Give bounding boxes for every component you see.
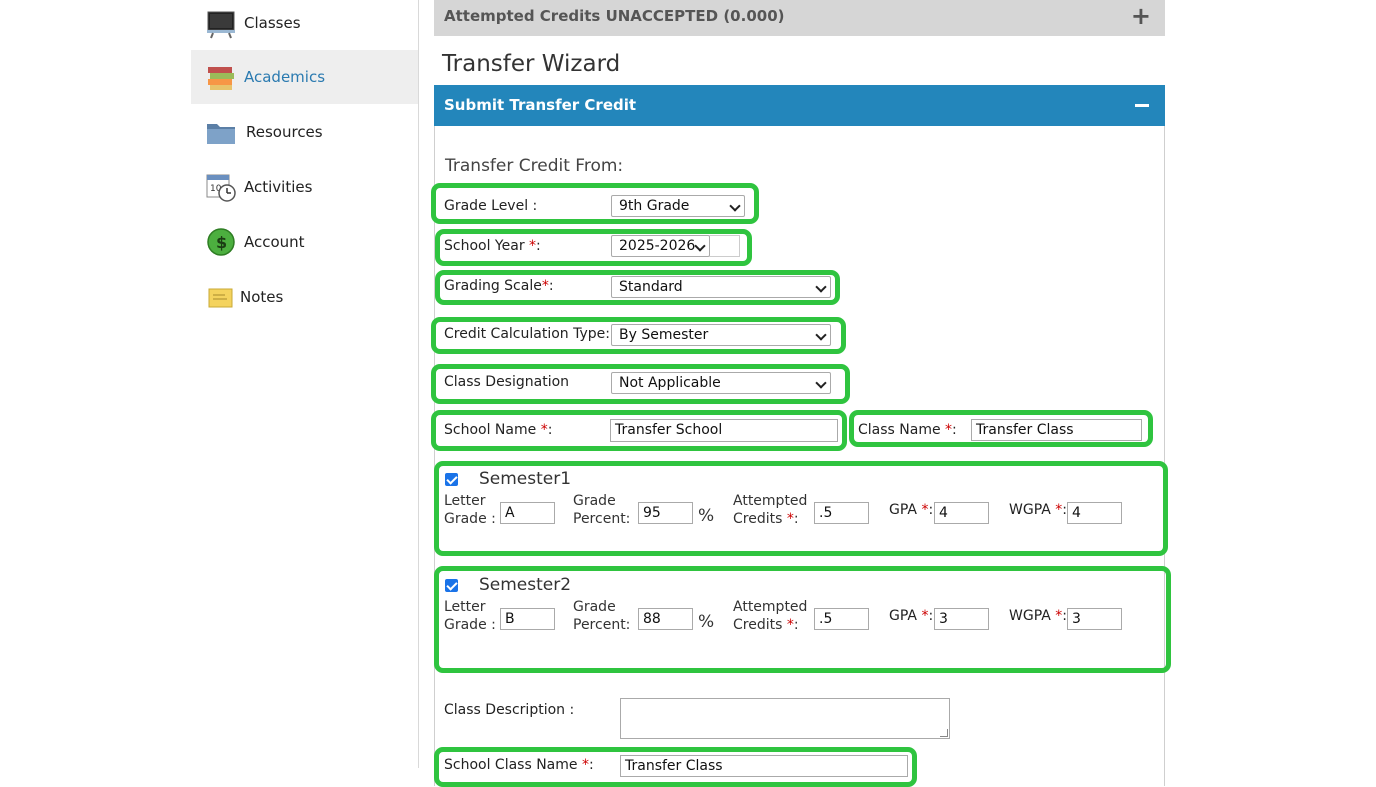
school-year-select[interactable]: 2025-2026 [611, 235, 710, 257]
attempted-credits-label: Attempted Credits *: [733, 493, 808, 527]
gpa-label: GPA *: [889, 608, 934, 624]
semester2-grade-percent-input[interactable]: 88 [638, 608, 693, 630]
school-year-value: 2025-2026 [619, 238, 696, 254]
wgpa-label: WGPA *: [1009, 502, 1067, 518]
class-designation-select[interactable]: Not Applicable [611, 372, 831, 394]
page-title: Transfer Wizard [442, 51, 621, 77]
semester2-title: Semester2 [479, 575, 572, 595]
credit-calc-label: Credit Calculation Type: [444, 326, 610, 342]
school-year-label: School Year *: [444, 238, 541, 254]
school-name-label: School Name *: [444, 422, 553, 438]
expand-plus-icon[interactable]: + [1131, 2, 1151, 30]
submit-transfer-credit-header[interactable]: Submit Transfer Credit [434, 85, 1165, 126]
semester1-checkbox[interactable] [445, 472, 458, 486]
sticky-note-icon [205, 281, 237, 313]
sidebar-item-resources[interactable]: Resources [191, 105, 418, 159]
chalkboard-icon [205, 7, 237, 39]
calendar-clock-icon: 10 [205, 171, 237, 203]
class-description-label: Class Description : [444, 702, 575, 718]
chevron-down-icon [694, 240, 706, 252]
wgpa-label: WGPA *: [1009, 608, 1067, 624]
dollar-coin-icon: $ [205, 226, 237, 258]
semester1-title: Semester1 [479, 469, 572, 489]
gpa-label: GPA *: [889, 502, 934, 518]
class-designation-label: Class Designation [444, 374, 570, 390]
semester1-grade-percent-input[interactable]: 95 [638, 502, 693, 524]
grade-percent-label: Grade Percent: [573, 599, 631, 633]
section-title: Transfer Credit From: [445, 156, 624, 176]
sidebar-item-label: Academics [244, 68, 326, 86]
semester2-gpa-input[interactable]: 3 [934, 608, 989, 630]
sidebar-item-label: Notes [240, 288, 284, 306]
semester2-wgpa-input[interactable]: 3 [1067, 608, 1122, 630]
transfer-credit-panel [434, 126, 1165, 786]
sidebar-item-label: Activities [244, 178, 313, 196]
sidebar-item-label: Classes [244, 14, 301, 32]
letter-grade-label: Letter Grade : [444, 493, 496, 527]
svg-text:$: $ [216, 233, 227, 252]
credit-calc-value: By Semester [619, 327, 709, 343]
sidebar-item-activities[interactable]: 10 Activities [191, 160, 418, 214]
semester1-wgpa-input[interactable]: 4 [1067, 502, 1122, 524]
semester1-gpa-input[interactable]: 4 [934, 502, 989, 524]
school-year-extension [709, 235, 740, 257]
sidebar-item-label: Resources [246, 123, 323, 141]
school-class-name-label: School Class Name *: [444, 757, 594, 773]
folder-icon [205, 116, 237, 148]
books-icon [205, 61, 237, 93]
school-name-input[interactable]: Transfer School [610, 419, 838, 442]
chevron-down-icon [815, 377, 827, 389]
chevron-down-icon [815, 281, 827, 293]
sidebar-item-classes[interactable]: Classes [191, 0, 418, 50]
letter-grade-label: Letter Grade : [444, 599, 496, 633]
grading-scale-label: Grading Scale*: [444, 278, 554, 294]
class-name-input[interactable]: Transfer Class [971, 419, 1142, 441]
sidebar-item-label: Account [244, 233, 305, 251]
credit-calc-select[interactable]: By Semester [611, 324, 831, 346]
class-name-label: Class Name *: [858, 422, 957, 438]
attempted-credits-accordion[interactable]: Attempted Credits UNACCEPTED (0.000) + [434, 0, 1165, 36]
grade-level-value: 9th Grade [619, 198, 690, 214]
grade-percent-label: Grade Percent: [573, 493, 631, 527]
sidebar-item-notes[interactable]: Notes [191, 270, 418, 324]
accordion-title: Attempted Credits UNACCEPTED (0.000) [444, 7, 785, 25]
grade-level-label: Grade Level : [444, 198, 538, 214]
semester1-attempted-credits-input[interactable]: .5 [814, 502, 869, 524]
semester2-letter-grade-input[interactable]: B [500, 608, 555, 630]
chevron-down-icon [815, 329, 827, 341]
grade-level-select[interactable]: 9th Grade [611, 195, 745, 217]
sidebar-item-account[interactable]: $ Account [191, 215, 418, 269]
grading-scale-value: Standard [619, 279, 683, 295]
semester1-letter-grade-input[interactable]: A [500, 502, 555, 524]
school-class-name-input[interactable]: Transfer Class [620, 755, 908, 777]
class-description-textarea[interactable] [620, 698, 950, 739]
sidebar: Classes Academics Resources 10 Activitie… [191, 0, 418, 768]
resize-handle-icon[interactable] [940, 729, 948, 737]
panel-title: Submit Transfer Credit [444, 96, 637, 114]
class-designation-value: Not Applicable [619, 375, 721, 391]
semester2-attempted-credits-input[interactable]: .5 [814, 608, 869, 630]
grading-scale-select[interactable]: Standard [611, 276, 831, 298]
collapse-minus-icon[interactable] [1135, 104, 1149, 107]
percent-sign: % [698, 506, 715, 526]
chevron-down-icon [729, 200, 741, 212]
percent-sign: % [698, 612, 715, 632]
semester2-checkbox[interactable] [445, 578, 458, 592]
attempted-credits-label: Attempted Credits *: [733, 599, 808, 633]
sidebar-item-academics[interactable]: Academics [191, 50, 418, 104]
sidebar-divider [418, 0, 419, 768]
